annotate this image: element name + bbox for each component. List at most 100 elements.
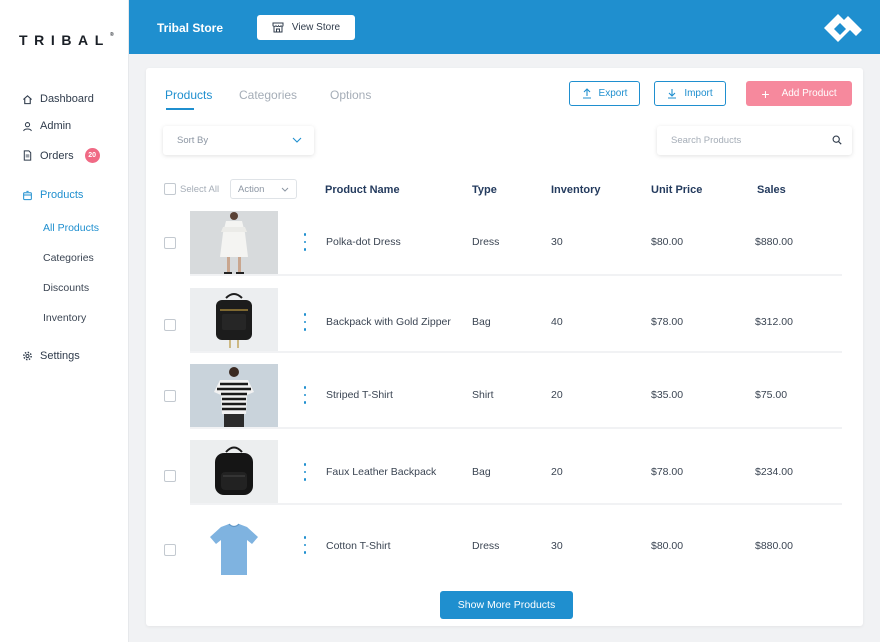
- import-button[interactable]: Import: [654, 81, 726, 106]
- row-divider: [190, 351, 842, 353]
- product-inventory: 20: [551, 389, 563, 401]
- product-name[interactable]: Polka-dot Dress: [326, 236, 401, 248]
- product-unit-price: $78.00: [651, 316, 684, 328]
- user-icon: [22, 121, 33, 132]
- plus-icon: +: [761, 85, 770, 102]
- sidebar-item-dashboard[interactable]: Dashboard: [22, 93, 94, 105]
- product-name[interactable]: Cotton T-Shirt: [326, 540, 391, 552]
- home-icon: [22, 94, 33, 105]
- sidebar-item-label: Dashboard: [40, 93, 94, 105]
- product-thumbnail-backpack[interactable]: [190, 288, 278, 352]
- sidebar-item-products[interactable]: Products: [22, 189, 83, 201]
- store-title: Tribal Store: [157, 21, 224, 35]
- product-sales: $880.00: [755, 236, 793, 248]
- product-type: Bag: [472, 466, 491, 478]
- brand-logo[interactable]: TRIBAL®: [19, 32, 114, 48]
- tab-categories[interactable]: Categories: [239, 88, 297, 102]
- sidebar-item-admin[interactable]: Admin: [22, 120, 71, 132]
- product-type: Dress: [472, 540, 500, 552]
- row-more-options-icon[interactable]: [301, 386, 309, 404]
- select-all-checkbox[interactable]: [164, 183, 176, 195]
- product-sales: $75.00: [755, 389, 788, 401]
- download-icon: [667, 88, 677, 99]
- column-header-unit-price[interactable]: Unit Price: [651, 184, 702, 196]
- chevron-down-icon: [281, 184, 289, 195]
- row-more-options-icon[interactable]: [301, 536, 309, 554]
- brand-registered-mark: ®: [109, 32, 114, 39]
- search-icon[interactable]: [832, 132, 842, 150]
- product-inventory: 30: [551, 236, 563, 248]
- show-more-products-button[interactable]: Show More Products: [440, 591, 573, 619]
- column-header-type[interactable]: Type: [472, 184, 497, 196]
- view-store-button[interactable]: View Store: [257, 15, 355, 40]
- sidebar-item-settings[interactable]: Settings: [22, 350, 80, 362]
- sidebar-subitem-inventory[interactable]: Inventory: [43, 312, 86, 324]
- tab-products[interactable]: Products: [165, 88, 212, 102]
- gear-icon: [22, 351, 33, 362]
- select-all-control[interactable]: Select All: [164, 183, 219, 195]
- sidebar-item-label: Products: [40, 189, 84, 201]
- product-name[interactable]: Faux Leather Backpack: [326, 466, 436, 478]
- table-row: Faux Leather Backpack Bag 20 $78.00 $234…: [146, 440, 863, 505]
- row-checkbox[interactable]: [164, 319, 176, 331]
- sort-by-label: Sort By: [177, 135, 209, 146]
- table-row: Polka-dot Dress Dress 30 $80.00 $880.00: [146, 211, 863, 276]
- column-header-inventory[interactable]: Inventory: [551, 184, 601, 196]
- product-unit-price: $80.00: [651, 236, 684, 248]
- sidebar-subitem-discounts[interactable]: Discounts: [43, 282, 89, 294]
- product-name[interactable]: Striped T-Shirt: [326, 389, 393, 401]
- row-checkbox[interactable]: [164, 544, 176, 556]
- document-icon: [22, 150, 33, 161]
- product-sales: $234.00: [755, 466, 793, 478]
- row-checkbox[interactable]: [164, 470, 176, 482]
- upload-icon: [582, 88, 592, 99]
- product-thumbnail-tshirt[interactable]: [190, 517, 278, 581]
- sidebar-item-orders[interactable]: Orders 20: [22, 148, 100, 163]
- product-thumbnail-striped-shirt[interactable]: [190, 364, 278, 428]
- row-more-options-icon[interactable]: [301, 313, 309, 331]
- row-more-options-icon[interactable]: [301, 233, 309, 251]
- active-tab-indicator: [166, 108, 194, 110]
- sidebar-item-label: Orders: [40, 149, 74, 162]
- bulk-action-dropdown[interactable]: Action: [230, 179, 297, 199]
- row-divider: [190, 274, 842, 276]
- sidebar-subitem-categories[interactable]: Categories: [43, 252, 94, 264]
- product-thumbnail-dress[interactable]: [190, 211, 278, 275]
- row-checkbox[interactable]: [164, 390, 176, 402]
- product-unit-price: $80.00: [651, 540, 684, 552]
- product-unit-price: $35.00: [651, 389, 684, 401]
- export-button[interactable]: Export: [569, 81, 640, 106]
- orders-count-badge: 20: [84, 148, 100, 163]
- select-all-label: Select All: [180, 183, 220, 195]
- products-panel: Products Categories Options Export Impor…: [146, 68, 863, 626]
- sidebar-item-label: Settings: [40, 350, 80, 362]
- top-header: Tribal Store View Store: [129, 0, 880, 54]
- column-header-sales[interactable]: Sales: [757, 184, 786, 196]
- product-type: Shirt: [472, 389, 494, 401]
- product-inventory: 30: [551, 540, 563, 552]
- tribal-logo-mark-icon: [822, 12, 864, 42]
- add-product-button[interactable]: + Add Product: [746, 81, 852, 106]
- product-inventory: 40: [551, 316, 563, 328]
- row-more-options-icon[interactable]: [301, 463, 309, 481]
- sidebar-subitem-all-products[interactable]: All Products: [43, 222, 99, 234]
- view-store-label: View Store: [291, 22, 341, 33]
- table-row: Cotton T-Shirt Dress 30 $80.00 $880.00: [146, 517, 863, 581]
- column-header-product-name[interactable]: Product Name: [325, 184, 400, 196]
- table-row: Striped T-Shirt Shirt 20 $35.00 $75.00: [146, 364, 863, 429]
- search-input[interactable]: [671, 135, 821, 146]
- product-unit-price: $78.00: [651, 466, 684, 478]
- product-type: Bag: [472, 316, 491, 328]
- export-label: Export: [598, 88, 628, 99]
- product-inventory: 20: [551, 466, 563, 478]
- product-thumbnail-leather-backpack[interactable]: [190, 440, 278, 504]
- row-divider: [190, 503, 842, 505]
- tab-options[interactable]: Options: [330, 88, 371, 102]
- row-divider: [190, 427, 842, 429]
- bulk-action-label: Action: [238, 183, 265, 195]
- product-name[interactable]: Backpack with Gold Zipper: [326, 316, 451, 328]
- sort-by-dropdown[interactable]: Sort By: [163, 126, 314, 155]
- row-checkbox[interactable]: [164, 237, 176, 249]
- product-sales: $312.00: [755, 316, 793, 328]
- table-row: Backpack with Gold Zipper Bag 40 $78.00 …: [146, 288, 863, 353]
